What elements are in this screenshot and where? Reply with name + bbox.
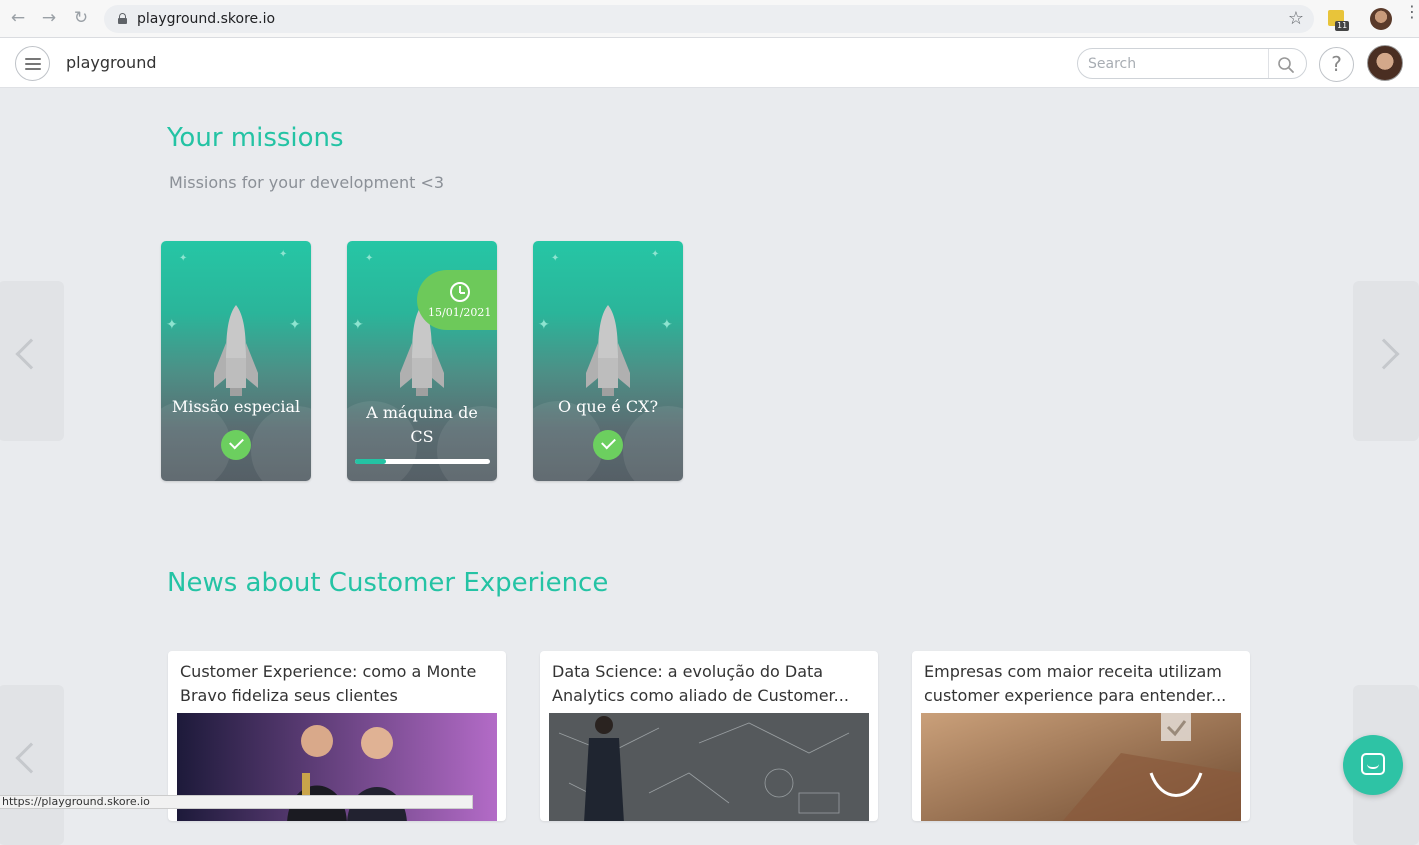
mission-card[interactable]: ✦ ✦ 15/01/2021 A máquina de CS xyxy=(347,241,497,481)
news-article-title[interactable]: Customer Experience: como a Monte Bravo … xyxy=(180,660,500,708)
chevron-left-icon xyxy=(15,338,47,370)
news-article-title[interactable]: Empresas com maior receita utilizam cust… xyxy=(924,660,1244,708)
news-prev-button[interactable] xyxy=(0,685,64,845)
user-avatar[interactable] xyxy=(1367,45,1403,81)
browser-toolbar: ← → ↻ playground.skore.io ☆ 11 ⋮ xyxy=(0,0,1419,38)
bookmark-star-icon[interactable]: ☆ xyxy=(1288,8,1304,29)
sparkle-icon: ✦ xyxy=(551,253,560,264)
sparkle-icon: ✦ xyxy=(538,317,550,333)
address-bar[interactable]: playground.skore.io ☆ xyxy=(104,5,1314,33)
chevron-left-icon xyxy=(15,742,47,774)
mission-title: O que é CX? xyxy=(557,397,659,416)
mission-card[interactable]: ✦ ✦ ✦ ✦ O que é CX? xyxy=(533,241,683,481)
news-card[interactable]: Data Science: a evolução do Data Analyti… xyxy=(540,651,878,821)
app-name: playground xyxy=(66,53,157,72)
search-icon[interactable] xyxy=(1277,56,1295,74)
chevron-right-icon xyxy=(1368,338,1400,370)
forward-icon[interactable]: → xyxy=(40,9,58,27)
due-date: 15/01/2021 xyxy=(428,306,492,319)
mission-progress-bar xyxy=(355,459,490,464)
clock-icon xyxy=(450,282,470,302)
address-url[interactable]: playground.skore.io xyxy=(137,11,275,27)
mission-title: Missão especial xyxy=(171,397,301,416)
news-article-image[interactable] xyxy=(549,713,869,821)
reload-icon[interactable]: ↻ xyxy=(72,9,90,27)
mission-title: A máquina de CS xyxy=(366,403,478,446)
news-card[interactable]: Empresas com maior receita utilizam cust… xyxy=(912,651,1250,821)
news-title: News about Customer Experience xyxy=(167,568,609,598)
extension-badge: 11 xyxy=(1335,21,1350,31)
missions-next-button[interactable] xyxy=(1353,281,1419,441)
sparkle-icon: ✦ xyxy=(166,317,178,333)
sparkle-icon: ✦ xyxy=(661,317,673,333)
sparkle-icon: ✦ xyxy=(352,317,364,333)
chat-launcher-button[interactable] xyxy=(1343,735,1403,795)
news-article-title[interactable]: Data Science: a evolução do Data Analyti… xyxy=(552,660,872,708)
missions-subtitle: Missions for your development <3 xyxy=(169,173,445,192)
rocket-icon xyxy=(214,305,258,396)
sparkle-icon: ✦ xyxy=(279,249,288,260)
sparkle-icon: ✦ xyxy=(651,249,660,260)
browser-menu-icon[interactable]: ⋮ xyxy=(1404,4,1419,20)
sparkle-icon: ✦ xyxy=(365,253,374,264)
menu-button[interactable] xyxy=(15,46,50,81)
missions-title: Your missions xyxy=(167,123,344,153)
news-article-image[interactable] xyxy=(921,713,1241,821)
due-date-badge: 15/01/2021 xyxy=(417,270,497,330)
mission-progress-fill xyxy=(355,459,387,464)
check-icon xyxy=(221,430,251,460)
sparkle-icon: ✦ xyxy=(289,317,301,333)
lock-icon xyxy=(118,13,127,24)
search-box xyxy=(1077,48,1307,79)
missions-prev-button[interactable] xyxy=(0,281,64,441)
mission-card[interactable]: ✦ ✦ ✦ ✦ Missão especial xyxy=(161,241,311,481)
app-header: playground ? xyxy=(0,38,1419,88)
check-icon xyxy=(593,430,623,460)
sparkle-icon: ✦ xyxy=(179,253,188,264)
back-icon[interactable]: ← xyxy=(9,9,27,27)
rocket-icon xyxy=(586,305,630,396)
search-divider xyxy=(1268,49,1269,78)
search-input[interactable] xyxy=(1088,54,1268,74)
help-button[interactable]: ? xyxy=(1319,47,1354,82)
browser-profile-avatar[interactable] xyxy=(1370,8,1392,30)
